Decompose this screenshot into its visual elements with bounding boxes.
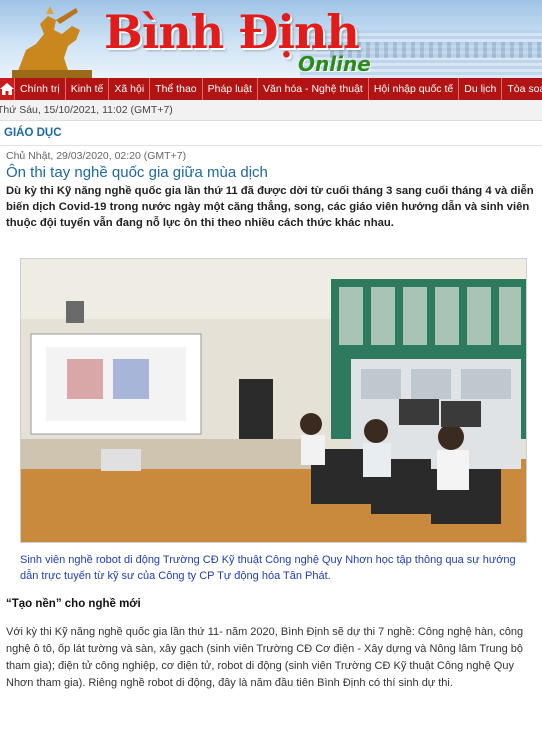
site-banner: Bình Định Online xyxy=(0,0,542,78)
statue-logo-icon[interactable] xyxy=(6,4,98,78)
nav-item-phap-luat[interactable]: Pháp luật xyxy=(203,78,258,100)
home-icon xyxy=(0,83,14,95)
article-lead: Dù kỳ thi Kỹ năng nghề quốc gia lần thứ … xyxy=(6,185,534,229)
article-body: Với kỳ thi Kỹ năng nghề quốc gia lần thứ… xyxy=(6,626,524,689)
photo-caption: Sinh viên nghề robot di động Trường CĐ K… xyxy=(20,554,516,582)
nav-item-chinh-tri[interactable]: Chính trị xyxy=(15,78,66,100)
site-brand[interactable]: Bình Định xyxy=(104,6,360,58)
section-link[interactable]: GIÁO DỤC xyxy=(4,127,62,139)
article-date: Chủ Nhật, 29/03/2020, 02:20 (GMT+7) xyxy=(6,150,187,162)
nav-item-hoi-nhap[interactable]: Hội nhập quốc tế xyxy=(369,78,460,100)
current-date-bar: Thứ Sáu, 15/10/2021, 11:02 (GMT+7) xyxy=(0,100,542,121)
nav-item-du-lich[interactable]: Du lịch xyxy=(459,78,503,100)
classroom-photo xyxy=(21,259,526,542)
article-photo[interactable] xyxy=(20,258,527,543)
article-title: Ôn thi tay nghề quốc gia giữa mùa dịch xyxy=(6,164,268,181)
nav-item-kinh-te[interactable]: Kinh tế xyxy=(66,78,110,100)
nav-item-van-hoa[interactable]: Văn hóa - Nghệ thuật xyxy=(258,78,369,100)
current-date: Thứ Sáu, 15/10/2021, 11:02 (GMT+7) xyxy=(0,104,173,116)
site-brand-online[interactable]: Online xyxy=(298,52,371,76)
nav-home[interactable] xyxy=(0,78,15,100)
nav-item-toa-soan[interactable]: Tòa soạn - B xyxy=(502,78,542,100)
main-nav: Chính trị Kinh tế Xã hội Thể thao Pháp l… xyxy=(0,78,542,100)
nav-item-the-thao[interactable]: Thể thao xyxy=(150,78,203,100)
article-subheading: “Tạo nền” cho nghề mới xyxy=(6,598,141,610)
divider xyxy=(0,145,542,146)
nav-item-xa-hoi[interactable]: Xã hội xyxy=(109,78,151,100)
